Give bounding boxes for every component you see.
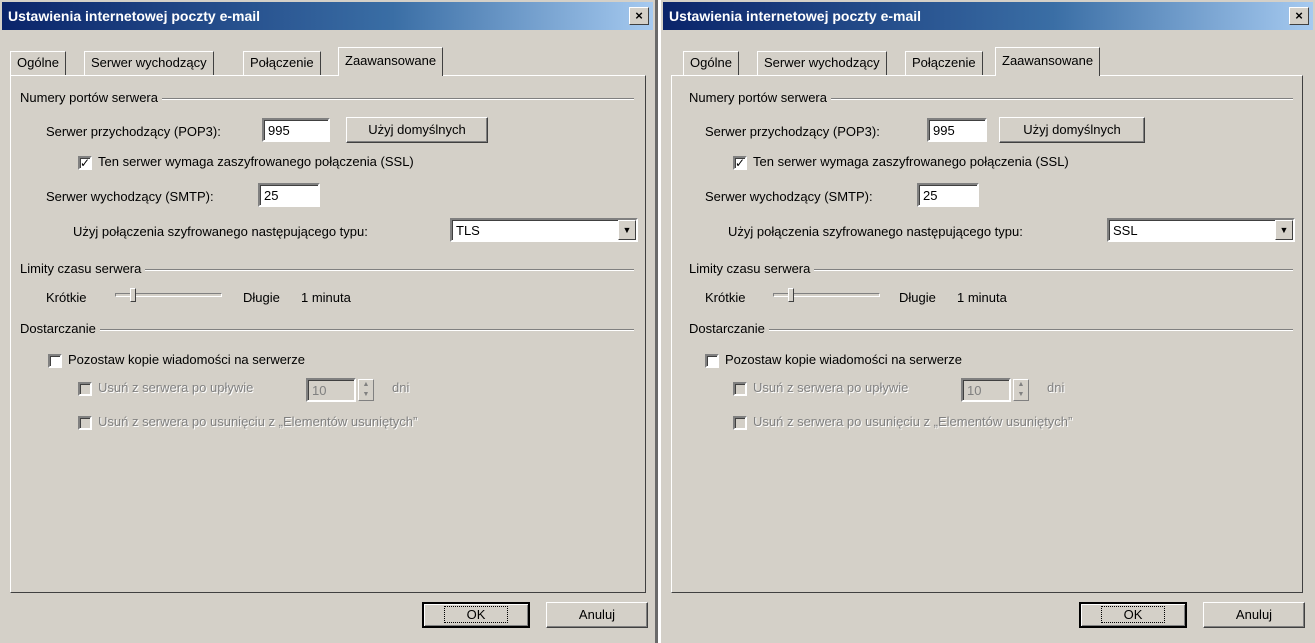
encryption-type-select[interactable]: SSL ▼ — [1107, 218, 1295, 242]
dialog-title: Ustawienia internetowej poczty e-mail — [8, 8, 261, 24]
use-defaults-button[interactable]: Użyj domyślnych — [346, 117, 488, 143]
timeout-value: 1 minuta — [957, 290, 1007, 305]
tab-outgoing-server[interactable]: Serwer wychodzący — [757, 51, 887, 75]
cancel-button[interactable]: Anuluj — [1203, 602, 1305, 628]
chevron-down-icon[interactable]: ▼ — [1275, 220, 1293, 240]
leave-copy-label: Pozostaw kopie wiadomości na serwerze — [725, 352, 962, 367]
outgoing-port-input[interactable]: 25 — [258, 183, 320, 207]
spin-down-icon[interactable]: ▼ — [1014, 390, 1028, 400]
ssl-required-checkbox[interactable]: ✓ — [733, 156, 747, 170]
remove-after-checkbox[interactable] — [78, 382, 92, 396]
timeout-long-label: Długie — [243, 290, 280, 305]
remove-after-days-input[interactable]: 10 — [961, 378, 1011, 402]
close-icon[interactable]: × — [1289, 7, 1309, 25]
tab-general[interactable]: Ogólne — [10, 51, 66, 75]
remove-after-checkbox[interactable] — [733, 382, 747, 396]
spin-down-icon[interactable]: ▼ — [359, 390, 373, 400]
ports-group-label: Numery portów serwera — [20, 90, 162, 105]
encryption-type-value: SSL — [1113, 223, 1138, 238]
remove-after-days-input[interactable]: 10 — [306, 378, 356, 402]
email-settings-dialog-tls: Ustawienia internetowej poczty e-mail × … — [0, 0, 658, 643]
timeout-value: 1 minuta — [301, 290, 351, 305]
ports-group-label: Numery portów serwera — [689, 90, 831, 105]
remove-deleted-checkbox[interactable] — [733, 416, 747, 430]
remove-deleted-checkbox[interactable] — [78, 416, 92, 430]
timeout-group-label: Limity czasu serwera — [689, 261, 815, 276]
encryption-type-value: TLS — [456, 223, 480, 238]
ssl-required-label: Ten serwer wymaga zaszyfrowanego połącze… — [753, 154, 1069, 169]
spin-up-icon[interactable]: ▲ — [359, 380, 373, 390]
ok-button-label: OK — [1100, 606, 1166, 623]
ok-button-label: OK — [443, 606, 509, 623]
timeout-group-label: Limity czasu serwera — [20, 261, 146, 276]
incoming-port-input[interactable]: 995 — [927, 118, 987, 142]
incoming-server-label: Serwer przychodzący (POP3): — [705, 124, 880, 139]
incoming-server-label: Serwer przychodzący (POP3): — [46, 124, 221, 139]
ssl-required-label: Ten serwer wymaga zaszyfrowanego połącze… — [98, 154, 414, 169]
timeout-short-label: Krótkie — [705, 290, 746, 305]
outgoing-server-label: Serwer wychodzący (SMTP): — [705, 189, 873, 204]
days-label: dni — [392, 380, 410, 395]
remove-after-days-spinner[interactable]: ▲ ▼ — [1013, 379, 1029, 401]
use-defaults-button[interactable]: Użyj domyślnych — [999, 117, 1145, 143]
tab-connection[interactable]: Połączenie — [243, 51, 321, 75]
title-bar: Ustawienia internetowej poczty e-mail × — [663, 2, 1313, 30]
outgoing-server-label: Serwer wychodzący (SMTP): — [46, 189, 214, 204]
title-bar: Ustawienia internetowej poczty e-mail × — [2, 2, 653, 30]
close-icon[interactable]: × — [629, 7, 649, 25]
encryption-type-label: Użyj połączenia szyfrowanego następujące… — [728, 224, 1023, 239]
outgoing-port-input[interactable]: 25 — [917, 183, 979, 207]
email-settings-dialog-ssl: Ustawienia internetowej poczty e-mail × … — [661, 0, 1315, 643]
advanced-tab-panel — [10, 75, 646, 593]
encryption-type-label: Użyj połączenia szyfrowanego następujące… — [73, 224, 368, 239]
dialog-title: Ustawienia internetowej poczty e-mail — [669, 8, 922, 24]
remove-after-label: Usuń z serwera po upływie — [98, 380, 254, 395]
remove-deleted-label: Usuń z serwera po usunięciu z „Elementów… — [98, 414, 418, 429]
timeout-short-label: Krótkie — [46, 290, 87, 305]
days-label: dni — [1047, 380, 1065, 395]
remove-deleted-label: Usuń z serwera po usunięciu z „Elementów… — [753, 414, 1073, 429]
timeout-slider-thumb[interactable] — [130, 288, 137, 302]
tab-outgoing-server[interactable]: Serwer wychodzący — [84, 51, 214, 75]
tab-connection[interactable]: Połączenie — [905, 51, 983, 75]
chevron-down-icon[interactable]: ▼ — [618, 220, 636, 240]
leave-copy-checkbox[interactable] — [48, 354, 62, 368]
timeout-long-label: Długie — [899, 290, 936, 305]
tab-general[interactable]: Ogólne — [683, 51, 739, 75]
remove-after-label: Usuń z serwera po upływie — [753, 380, 909, 395]
tab-advanced[interactable]: Zaawansowane — [338, 47, 444, 76]
cancel-button[interactable]: Anuluj — [546, 602, 648, 628]
ok-button[interactable]: OK — [422, 602, 530, 628]
incoming-port-input[interactable]: 995 — [262, 118, 330, 142]
timeout-slider-thumb[interactable] — [788, 288, 795, 302]
delivery-group-label: Dostarczanie — [20, 321, 100, 336]
delivery-group-divider — [689, 329, 1293, 331]
remove-after-days-spinner[interactable]: ▲ ▼ — [358, 379, 374, 401]
spin-up-icon[interactable]: ▲ — [1014, 380, 1028, 390]
encryption-type-select[interactable]: TLS ▼ — [450, 218, 638, 242]
ssl-required-checkbox[interactable]: ✓ — [78, 156, 92, 170]
delivery-group-label: Dostarczanie — [689, 321, 769, 336]
leave-copy-checkbox[interactable] — [705, 354, 719, 368]
ok-button[interactable]: OK — [1079, 602, 1187, 628]
leave-copy-label: Pozostaw kopie wiadomości na serwerze — [68, 352, 305, 367]
tab-advanced[interactable]: Zaawansowane — [995, 47, 1101, 76]
delivery-group-divider — [20, 329, 634, 331]
